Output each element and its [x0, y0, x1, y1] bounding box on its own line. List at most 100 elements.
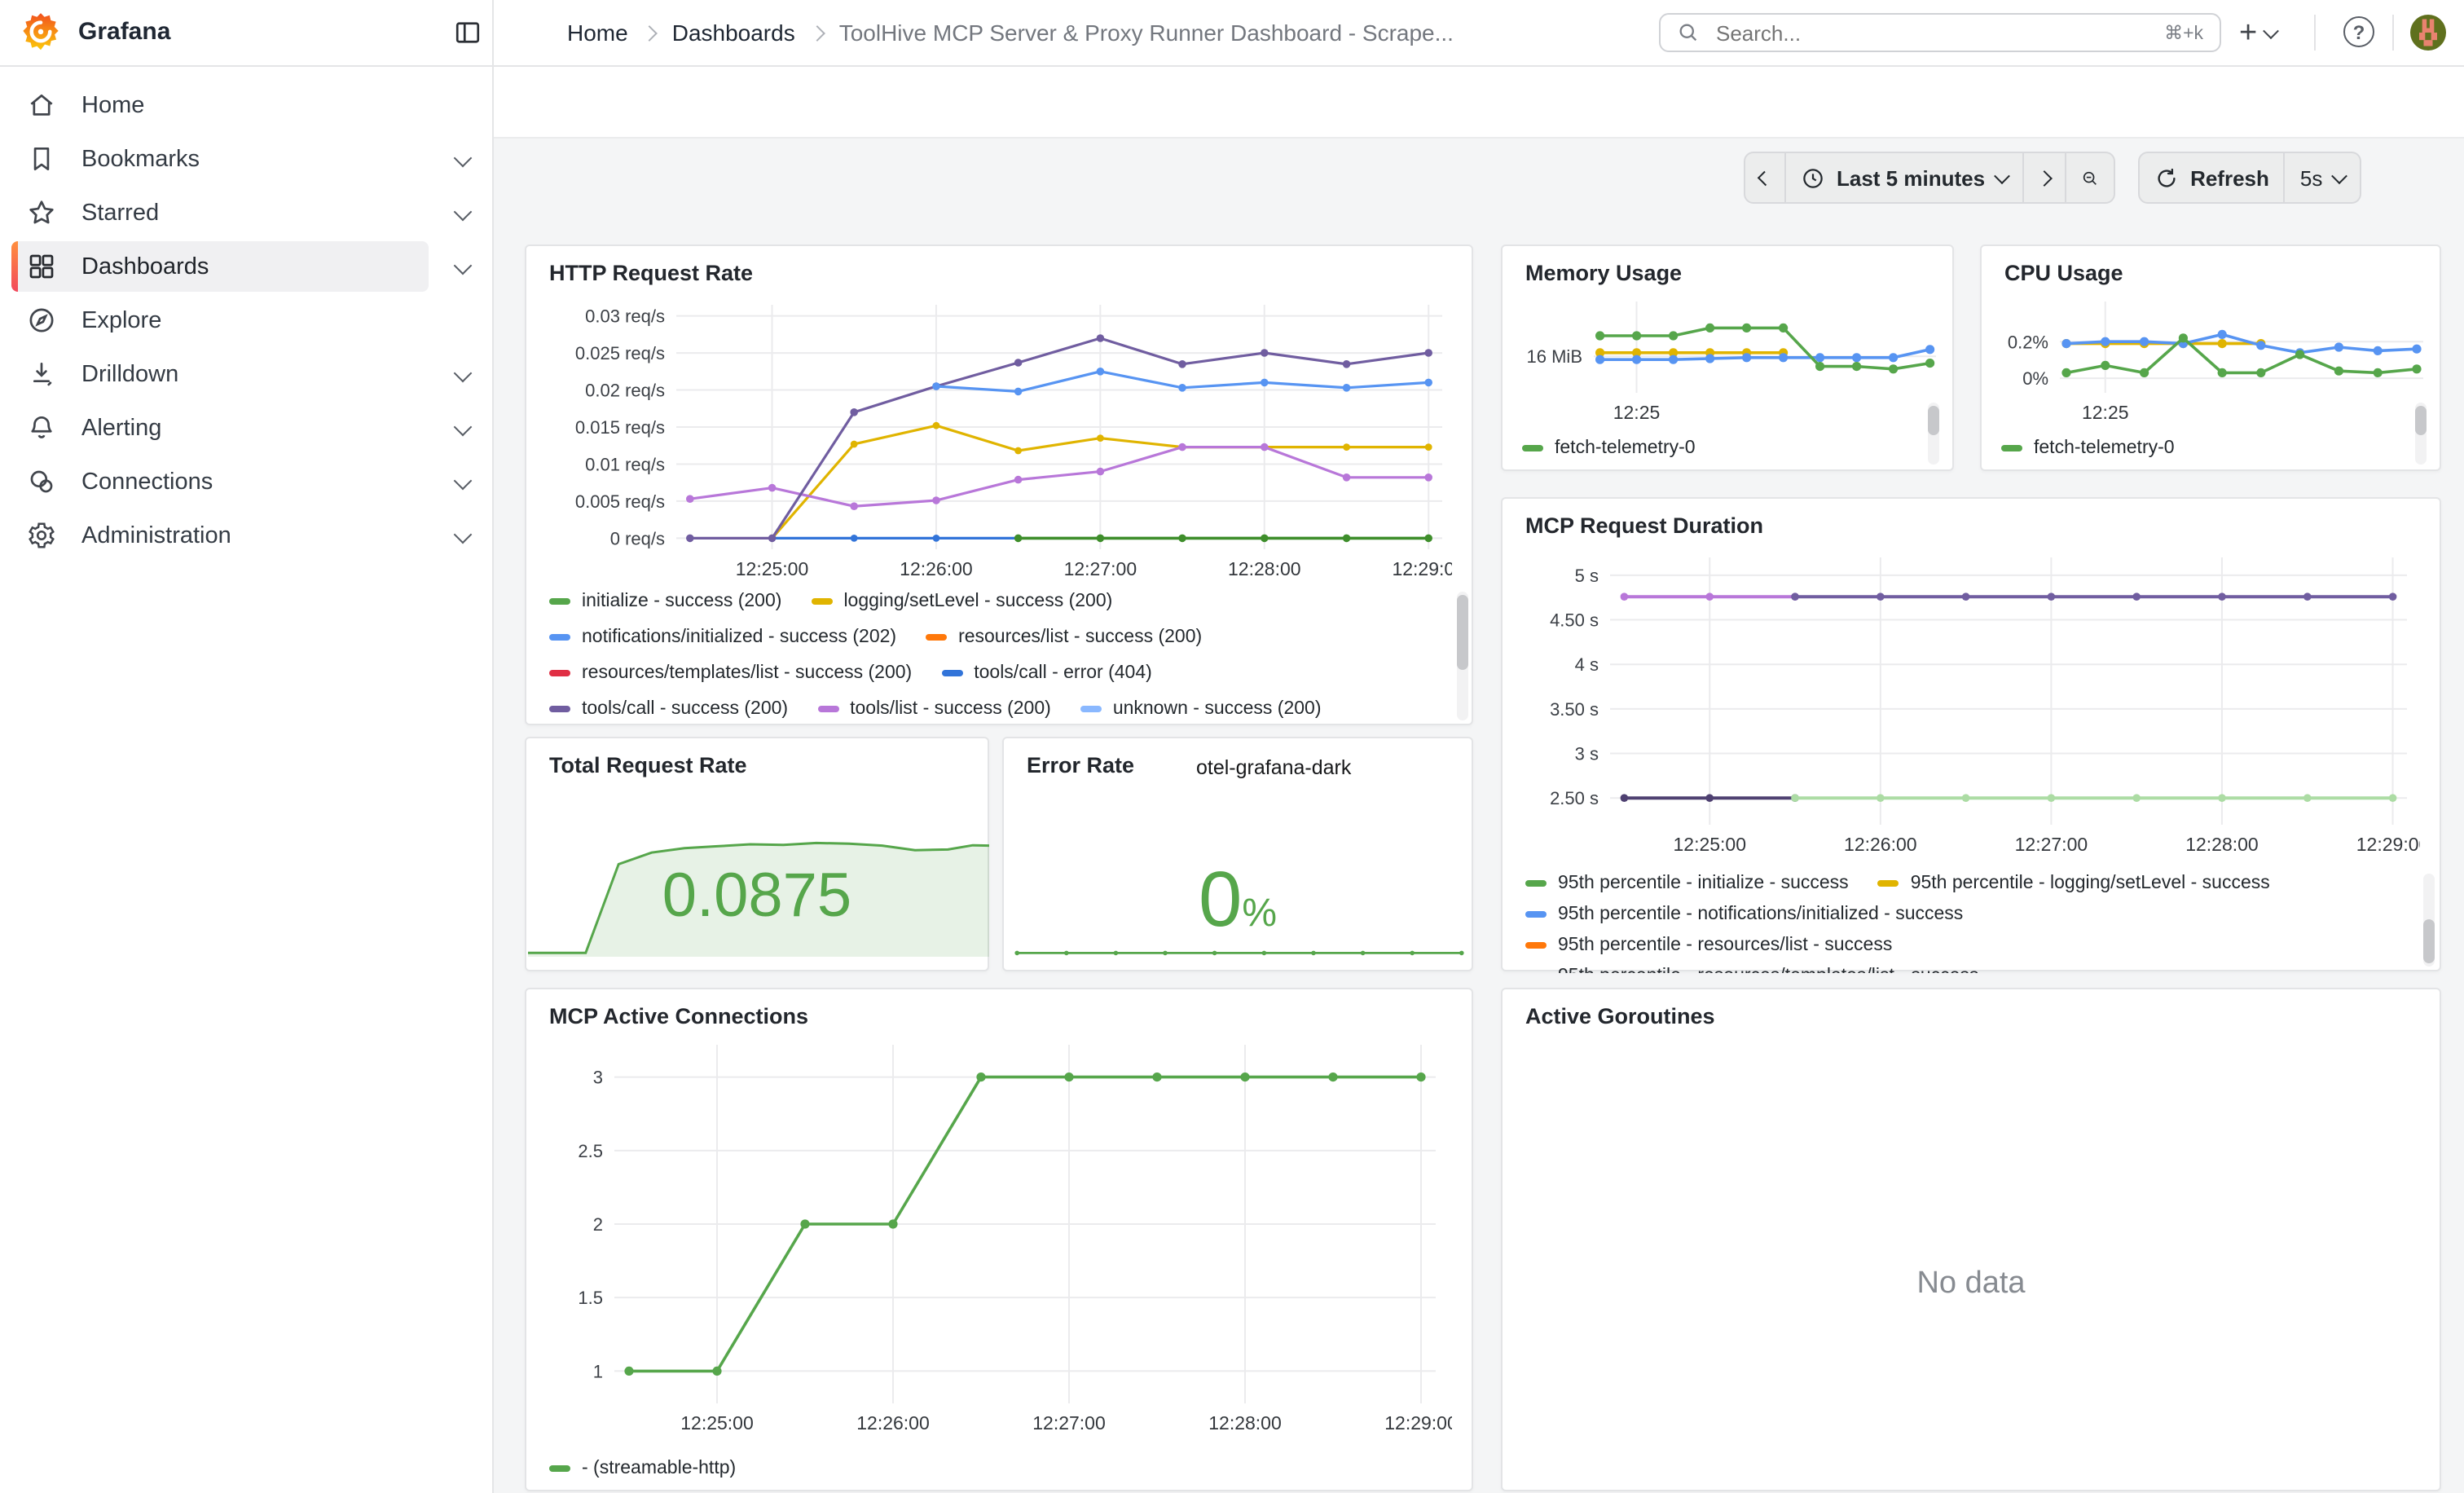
svg-text:12:25:00: 12:25:00 — [680, 1412, 754, 1434]
legend-swatch-icon — [926, 634, 947, 641]
bookmark-icon — [26, 143, 57, 174]
svg-text:3 s: 3 s — [1575, 744, 1599, 764]
http-request-rate-chart[interactable]: 0 req/s0.005 req/s0.01 req/s0.015 req/s0… — [549, 288, 1452, 592]
svg-text:12:29:00: 12:29:00 — [1392, 558, 1452, 579]
search-field[interactable] — [1713, 19, 2164, 46]
gear-icon — [26, 520, 57, 551]
legend-item[interactable]: resources/templates/list - success (200) — [549, 663, 912, 683]
time-range-picker[interactable]: Last 5 minutes — [1786, 152, 2024, 204]
legend-item[interactable]: tools/list - success (200) — [817, 699, 1051, 719]
legend-item[interactable]: resources/list - success (200) — [926, 628, 1202, 647]
sidebar-item-bookmarks[interactable]: Bookmarks — [0, 132, 492, 186]
mcp-active-connections-chart[interactable]: 11.522.5312:25:0012:26:0012:27:0012:28:0… — [549, 1032, 1452, 1449]
legend-item[interactable]: tools/call - error (404) — [941, 663, 1152, 683]
panel-title[interactable]: HTTP Request Rate — [549, 261, 753, 285]
sidebar-item-dashboards[interactable]: Dashboards — [0, 240, 492, 293]
sidebar-item-administration[interactable]: Administration — [0, 509, 492, 562]
legend-swatch-icon — [549, 670, 570, 676]
legend-swatch-icon — [549, 706, 570, 712]
legend-scrollbar-thumb[interactable] — [1928, 406, 1939, 435]
time-forward-button[interactable] — [2024, 152, 2066, 204]
mcp-request-duration-chart[interactable]: 2.50 s3 s3.50 s4 s4.50 s5 s12:25:0012:26… — [1525, 541, 2420, 867]
zoom-out-button[interactable] — [2066, 152, 2115, 204]
sidebar-item-starred[interactable]: Starred — [0, 186, 492, 240]
star-icon — [26, 197, 57, 228]
svg-text:12:27:00: 12:27:00 — [1032, 1412, 1106, 1434]
legend-scrollbar-thumb[interactable] — [2423, 919, 2435, 963]
svg-text:2.50 s: 2.50 s — [1550, 788, 1599, 808]
user-avatar[interactable] — [2410, 15, 2446, 51]
panel-title[interactable]: Active Goroutines — [1525, 1004, 1715, 1028]
time-range-label: Last 5 minutes — [1837, 165, 1985, 190]
svg-text:0.005 req/s: 0.005 req/s — [575, 491, 665, 512]
sidebar-item-connections[interactable]: Connections — [0, 455, 492, 509]
add-new-button[interactable]: + — [2239, 13, 2277, 52]
chevron-down-icon — [1994, 167, 2010, 183]
legend-item[interactable]: notifications/initialized - success (202… — [549, 628, 896, 647]
sidebar-item-label: Starred — [81, 200, 159, 226]
panel-cpu-usage: CPU Usage 0.2%0%12:25 fetch-telemetry-0 — [1980, 244, 2441, 471]
legend-item[interactable]: fetch-telemetry-0 — [2001, 438, 2175, 458]
sidebar-item-label: Explore — [81, 307, 161, 333]
breadcrumb-home[interactable]: Home — [567, 20, 628, 46]
svg-text:4 s: 4 s — [1575, 654, 1599, 675]
refresh-interval-picker[interactable]: 5s — [2286, 152, 2361, 204]
legend-item[interactable]: unknown - success (200) — [1080, 699, 1322, 719]
panel-title[interactable]: MCP Request Duration — [1525, 513, 1763, 538]
legend-item[interactable]: - (streamable-http) — [549, 1459, 736, 1478]
sidebar-item-explore[interactable]: Explore — [0, 293, 492, 347]
panel-title[interactable]: Total Request Rate — [549, 753, 747, 777]
legend-item[interactable]: fetch-telemetry-0 — [1522, 438, 1696, 458]
legend: fetch-telemetry-0 — [1522, 438, 1936, 468]
zoom-out-icon — [2081, 165, 2099, 190]
panel-title[interactable]: Memory Usage — [1525, 261, 1682, 285]
svg-text:3: 3 — [593, 1068, 603, 1088]
top-nav: Grafana Home Dashboards ToolHive MCP Ser… — [0, 0, 2464, 67]
svg-text:12:26:00: 12:26:00 — [1844, 834, 1917, 855]
breadcrumb-dashboards[interactable]: Dashboards — [672, 20, 795, 46]
search-input[interactable]: ⌘+k — [1659, 13, 2221, 52]
chevron-down-icon — [454, 418, 473, 437]
breadcrumb: Home Dashboards ToolHive MCP Server & Pr… — [561, 0, 1460, 65]
breadcrumb-separator-icon — [809, 24, 825, 41]
sidebar-item-drilldown[interactable]: Drilldown — [0, 347, 492, 401]
sidebar-collapse-icon[interactable] — [453, 18, 482, 47]
search-icon — [1677, 21, 1700, 44]
panel-title[interactable]: MCP Active Connections — [549, 1004, 808, 1028]
legend-swatch-icon — [811, 598, 832, 605]
panel-title[interactable]: CPU Usage — [2004, 261, 2123, 285]
memory-usage-chart[interactable]: 16 MiB12:25 — [1516, 292, 1943, 419]
sidebar-item-home[interactable]: Home — [0, 78, 492, 132]
legend-swatch-icon — [1522, 445, 1543, 451]
svg-text:0.2%: 0.2% — [2008, 332, 2048, 352]
legend-item[interactable]: 95th percentile - notifications/initiali… — [1525, 905, 1963, 924]
chevron-right-icon — [2036, 170, 2053, 186]
dashboard-header — [494, 65, 2464, 139]
legend-scrollbar-thumb[interactable] — [2415, 406, 2427, 435]
legend-item[interactable]: initialize - success (200) — [549, 592, 781, 611]
legend-item[interactable]: logging/setLevel - success (200) — [811, 592, 1112, 611]
panel-memory-usage: Memory Usage 16 MiB12:25 fetch-telemetry… — [1501, 244, 1954, 471]
svg-text:0.02 req/s: 0.02 req/s — [585, 381, 665, 401]
cpu-usage-chart[interactable]: 0.2%0%12:25 — [1995, 292, 2430, 419]
time-back-button[interactable] — [1744, 152, 1786, 204]
sidebar-item-label: Alerting — [81, 415, 161, 441]
legend-item[interactable]: 95th percentile - resources/templates/li… — [1525, 967, 1978, 973]
legend-item[interactable]: tools/call - success (200) — [549, 699, 788, 719]
legend-scrollbar-thumb[interactable] — [1457, 595, 1468, 670]
panel-active-goroutines: Active Goroutines No data — [1501, 988, 2441, 1491]
sidebar-item-alerting[interactable]: Alerting — [0, 401, 492, 455]
panel-title[interactable]: Error Rate — [1027, 753, 1134, 777]
sidebar-item-label: Administration — [81, 522, 231, 548]
help-button[interactable]: ? — [2343, 16, 2374, 47]
search-shortcut: ⌘+k — [2164, 21, 2203, 44]
legend-swatch-icon — [1525, 911, 1547, 918]
legend-swatch-icon — [941, 670, 962, 676]
legend-item[interactable]: 95th percentile - resources/list - succe… — [1525, 936, 1892, 955]
legend-item[interactable]: 95th percentile - initialize - success — [1525, 874, 1849, 893]
dashboards-icon — [26, 251, 57, 282]
refresh-button[interactable]: Refresh — [2138, 152, 2286, 204]
sidebar-item-label: Connections — [81, 469, 213, 495]
legend-item[interactable]: 95th percentile - logging/setLevel - suc… — [1878, 874, 2270, 893]
svg-text:12:29:00: 12:29:00 — [1384, 1412, 1452, 1434]
